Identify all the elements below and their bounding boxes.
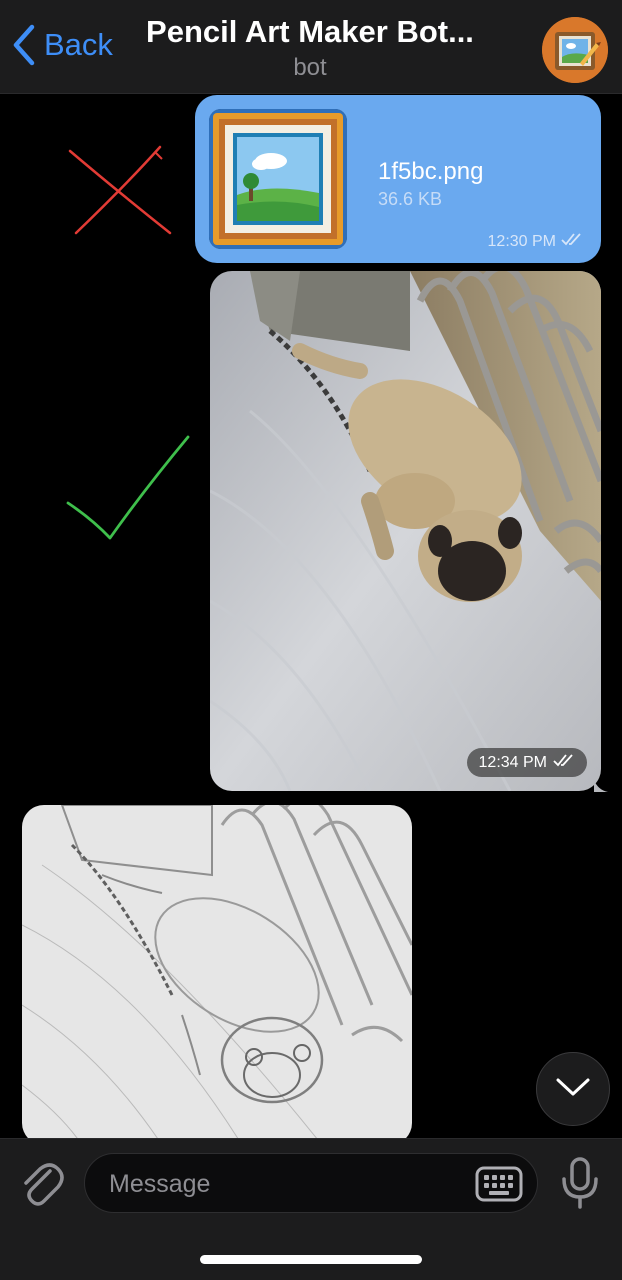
check-mark-icon [64, 435, 194, 550]
back-label: Back [44, 27, 113, 62]
message-time: 12:30 PM [488, 232, 583, 251]
message-time-label: 12:30 PM [487, 232, 556, 250]
chat-title: Pencil Art Maker Bot... [146, 14, 474, 49]
sketch-photo-message[interactable] [22, 805, 412, 1138]
chat-messages[interactable]: 1f5bc.png 36.6 KB 12:30 PM 12:34 PM [0, 95, 622, 1138]
attach-button[interactable] [18, 1159, 64, 1212]
voice-record-button[interactable] [560, 1157, 600, 1214]
file-message[interactable]: 1f5bc.png 36.6 KB 12:30 PM [195, 95, 601, 263]
scroll-to-bottom-button[interactable] [536, 1052, 610, 1126]
chat-subtitle: bot [293, 54, 327, 81]
chat-header: Back Pencil Art Maker Bot... bot [0, 0, 622, 94]
chevron-down-icon [555, 1077, 591, 1102]
pencil-sketch-image [22, 805, 412, 1138]
microphone-icon [560, 1157, 600, 1213]
photo-time-badge: 12:34 PM [466, 748, 587, 777]
photo-message[interactable]: 12:34 PM [210, 271, 601, 791]
paperclip-icon [18, 1163, 64, 1211]
back-button[interactable]: Back [12, 24, 113, 66]
photo-time-label: 12:34 PM [478, 753, 547, 771]
message-placeholder: Message [109, 1170, 211, 1198]
chevron-left-icon [12, 24, 36, 66]
pug-photo [210, 271, 601, 791]
message-input-bar: Message [0, 1138, 622, 1280]
bubble-tail [594, 779, 608, 792]
double-check-icon [561, 232, 583, 251]
keyboard-icon[interactable] [475, 1166, 523, 1207]
file-name: 1f5bc.png [378, 158, 484, 185]
chat-title-area[interactable]: Pencil Art Maker Bot... bot [120, 14, 500, 82]
file-size: 36.6 KB [378, 189, 443, 209]
double-check-icon [553, 753, 575, 772]
cross-mark-icon [66, 145, 176, 245]
file-thumbnail-icon[interactable] [209, 109, 347, 249]
bot-avatar[interactable] [542, 17, 608, 83]
message-input[interactable]: Message [84, 1153, 538, 1213]
home-indicator[interactable] [200, 1255, 422, 1264]
